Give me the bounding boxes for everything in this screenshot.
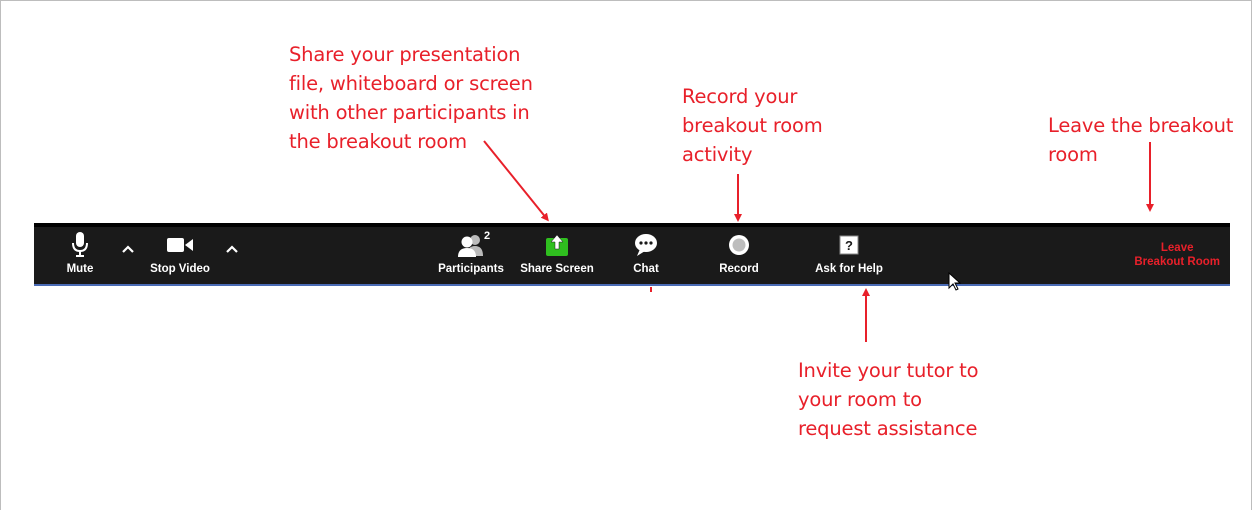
participants-button[interactable]: 2 Participants: [438, 227, 504, 284]
ask-for-help-label: Ask for Help: [815, 263, 883, 275]
record-button[interactable]: Record: [714, 227, 764, 284]
annotation-record: Record your breakout room activity: [682, 85, 823, 166]
participants-icon: [456, 227, 486, 263]
ask-for-help-button[interactable]: ? Ask for Help: [814, 227, 884, 284]
annotation-share-screen: Share your presentation file, whiteboard…: [289, 43, 533, 153]
stop-video-button[interactable]: Stop Video: [148, 227, 212, 284]
leave-label-line2: Breakout Room: [1134, 256, 1220, 268]
record-icon: [727, 227, 751, 263]
svg-text:?: ?: [845, 238, 853, 253]
meeting-toolbar: Mute Stop Video 2 Participants Share Scr…: [34, 223, 1230, 286]
participants-count-badge: 2: [484, 230, 491, 242]
chat-label: Chat: [633, 263, 659, 275]
record-label: Record: [719, 263, 759, 275]
microphone-icon: [70, 227, 90, 263]
mouse-pointer-icon: [948, 271, 962, 297]
video-camera-icon: [165, 227, 195, 263]
participants-label: Participants: [438, 263, 504, 275]
chat-button[interactable]: Chat: [624, 227, 668, 284]
question-mark-icon: ?: [838, 227, 860, 263]
mute-button[interactable]: Mute: [60, 227, 100, 284]
audio-options-chevron-up-icon[interactable]: [122, 241, 134, 259]
share-screen-icon: [544, 227, 570, 263]
leave-breakout-room-button[interactable]: Leave Breakout Room: [1134, 241, 1220, 269]
annotation-ask-for-help: Invite your tutor to your room to reques…: [798, 359, 979, 440]
share-screen-button[interactable]: Share Screen: [520, 227, 594, 284]
stop-video-label: Stop Video: [150, 263, 210, 275]
mute-label: Mute: [66, 263, 94, 275]
share-screen-label: Share Screen: [520, 263, 594, 275]
chat-bubble-icon: [632, 227, 660, 263]
annotation-leave: Leave the breakout room: [1048, 114, 1234, 166]
leave-label-line1: Leave: [1160, 242, 1194, 254]
video-options-chevron-up-icon[interactable]: [226, 241, 238, 259]
